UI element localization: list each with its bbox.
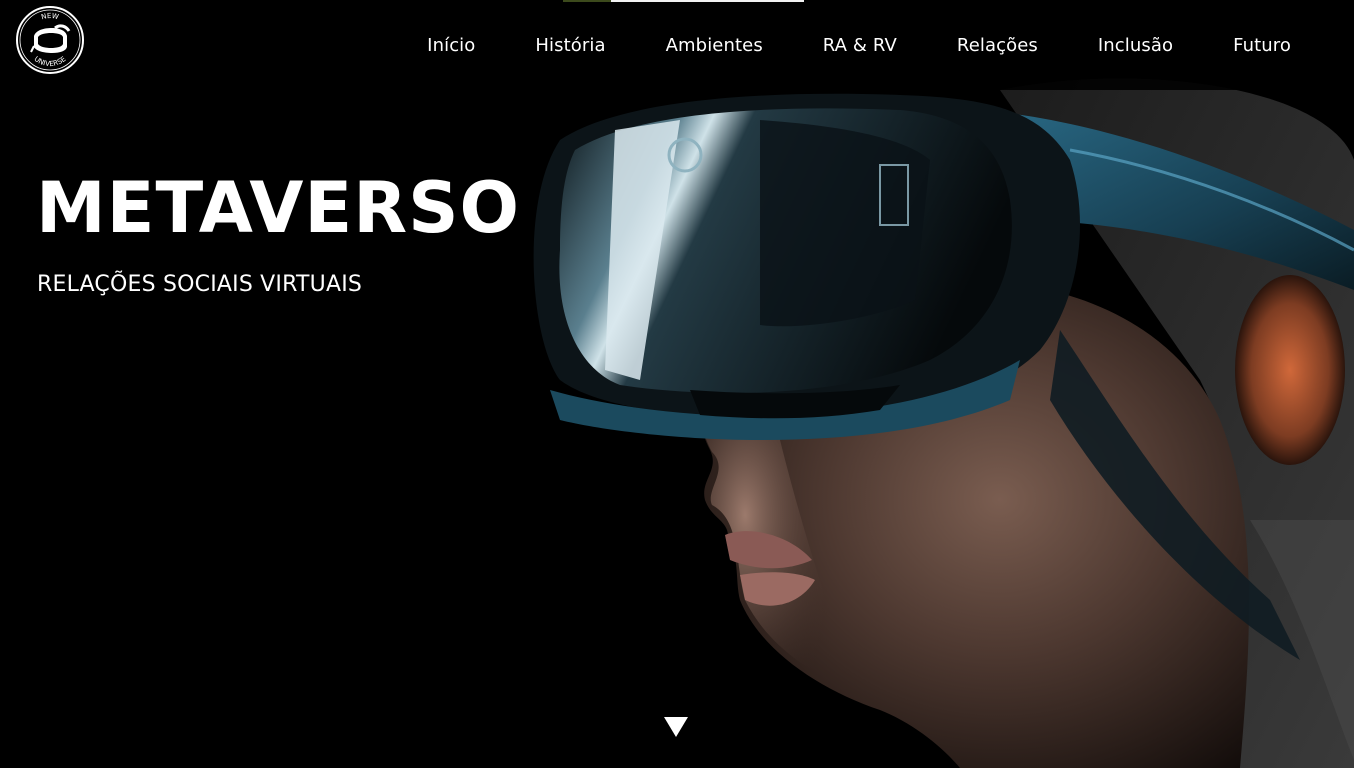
logo-top-text: NEW xyxy=(40,12,59,21)
nav-link-inclusao[interactable]: Inclusão xyxy=(1068,28,1203,64)
hero-title: METAVERSO xyxy=(36,167,521,249)
hero-image-vr-woman xyxy=(430,0,1354,768)
nav-link-ra-rv[interactable]: RA & RV xyxy=(793,28,927,64)
main-nav: Início História Ambientes RA & RV Relaçõ… xyxy=(397,28,1322,64)
scroll-progress-fill xyxy=(563,0,612,2)
new-universe-logo[interactable]: NEW UNIVERSE xyxy=(14,4,86,76)
scroll-progress-bar xyxy=(563,0,804,2)
site-header: NEW UNIVERSE Início História Ambientes R… xyxy=(0,0,1354,90)
hero-subtitle: RELAÇÕES SOCIAIS VIRTUAIS xyxy=(37,272,363,297)
nav-link-ambientes[interactable]: Ambientes xyxy=(636,28,793,64)
nav-link-inicio[interactable]: Início xyxy=(397,28,505,64)
landing-page: NEW UNIVERSE Início História Ambientes R… xyxy=(0,0,1354,768)
triangle-down-icon[interactable] xyxy=(663,715,689,739)
nav-link-historia[interactable]: História xyxy=(505,28,635,64)
nav-link-relacoes[interactable]: Relações xyxy=(927,28,1068,64)
nav-link-futuro[interactable]: Futuro xyxy=(1203,28,1322,64)
